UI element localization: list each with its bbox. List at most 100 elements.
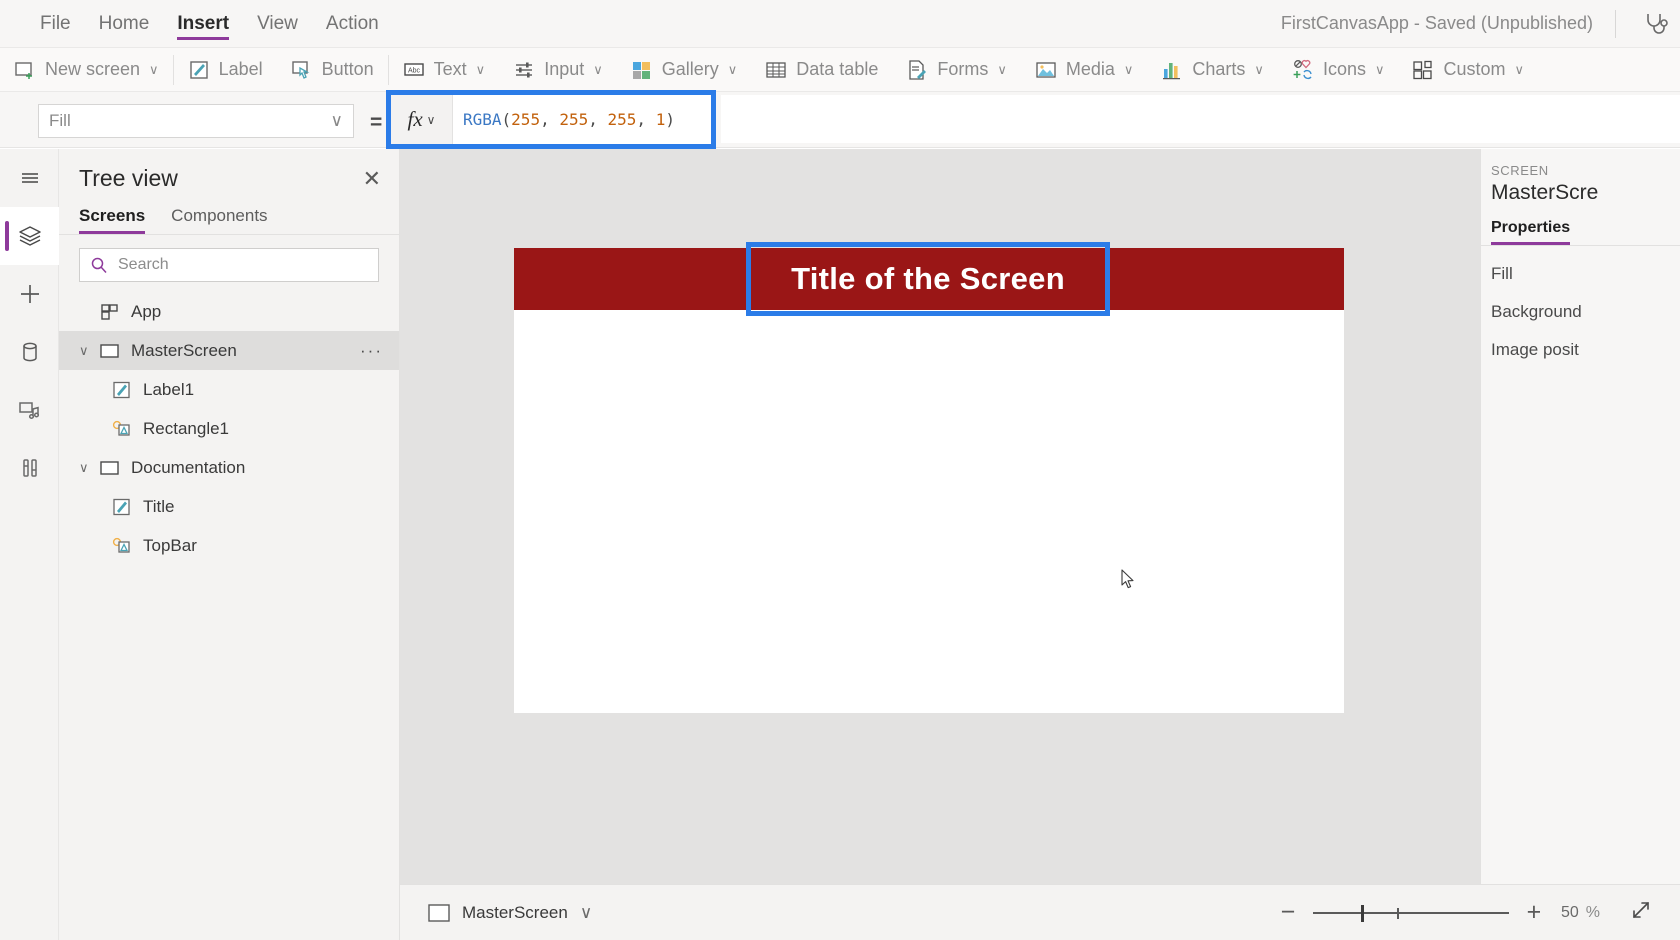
advanced-tools-icon[interactable] <box>0 439 59 497</box>
new-screen-icon <box>14 59 36 81</box>
formula-argument: 255 <box>511 110 541 129</box>
title-label-control[interactable]: Title of the Screen <box>748 244 1108 314</box>
tree-node-label1[interactable]: Label1 <box>59 370 399 409</box>
zoom-in-button[interactable]: + <box>1519 900 1549 925</box>
menu-item-view[interactable]: View <box>243 2 312 46</box>
formula-function-name: RGBA <box>463 110 502 129</box>
ribbon-button-input[interactable]: Input ∨ <box>499 48 617 92</box>
ribbon-button-label: Input <box>544 59 585 79</box>
tree-node-title[interactable]: Title <box>59 487 399 526</box>
tree-node-documentation[interactable]: ∨ Documentation <box>59 448 399 487</box>
shape-control-icon <box>111 535 133 557</box>
tree-node-topbar[interactable]: TopBar <box>59 526 399 565</box>
data-database-icon[interactable] <box>0 323 59 381</box>
label-control-icon <box>111 496 133 518</box>
ribbon-button-forms[interactable]: Forms ∨ <box>892 48 1021 92</box>
formula-separator: , <box>636 110 656 129</box>
tree-node-rectangle1[interactable]: Rectangle1 <box>59 409 399 448</box>
ribbon-button-custom[interactable]: Custom ∨ <box>1398 48 1538 92</box>
tree-node-masterscreen[interactable]: ∨ MasterScreen ··· <box>59 331 399 370</box>
chevron-down-icon: ∨ <box>579 902 593 922</box>
formula-arguments: 255, 255, 255, 1 <box>511 110 665 129</box>
custom-components-icon <box>1412 59 1434 81</box>
status-screen-selector[interactable]: MasterScreen ∨ <box>428 903 592 923</box>
label-control-icon <box>111 379 133 401</box>
gallery-icon <box>631 59 653 81</box>
ribbon-button-label: Custom <box>1443 59 1506 79</box>
stethoscope-icon[interactable] <box>1638 7 1672 41</box>
zoom-slider[interactable] <box>1312 902 1509 924</box>
zoom-slider-thumb[interactable] <box>1360 904 1364 922</box>
property-row-background[interactable]: Background <box>1481 284 1680 322</box>
fit-to-screen-icon[interactable] <box>1630 899 1652 926</box>
ribbon-button-label: Gallery <box>661 59 719 79</box>
ribbon-button-label[interactable]: Label <box>174 48 277 92</box>
properties-rows: Fill Background Image posit <box>1481 246 1680 360</box>
properties-control-name: MasterScre <box>1491 181 1599 204</box>
chevron-down-icon[interactable]: ∨ <box>79 460 99 476</box>
menu-item-action[interactable]: Action <box>312 2 393 46</box>
media-icon[interactable] <box>0 381 59 439</box>
property-row-fill[interactable]: Fill <box>1481 246 1680 284</box>
menu-item-file[interactable]: File <box>26 2 85 46</box>
menu-item-home[interactable]: Home <box>85 2 164 46</box>
title-bar-right: FirstCanvasApp - Saved (Unpublished) <box>1281 7 1680 41</box>
tree-node-app[interactable]: App <box>59 292 399 331</box>
formula-argument: 255 <box>607 110 637 129</box>
close-icon[interactable]: ✕ <box>363 167 381 190</box>
shape-control-icon <box>111 418 133 440</box>
formula-input-continuation[interactable] <box>721 95 1680 143</box>
ribbon-button-label: Media <box>1065 59 1115 79</box>
tree-view-layers-icon[interactable] <box>0 207 59 265</box>
tree-node-label: TopBar <box>143 535 197 555</box>
search-placeholder: Search <box>118 256 169 273</box>
insert-plus-icon[interactable] <box>0 265 59 323</box>
property-selector-value: Fill <box>49 111 71 130</box>
tree-node-overflow-menu[interactable]: ··· <box>360 341 383 361</box>
ribbon-button-icons[interactable]: Icons ∨ <box>1278 48 1399 92</box>
formula-argument: 1 <box>655 110 666 129</box>
ribbon-button-new-screen[interactable]: New screen ∨ <box>0 48 173 92</box>
ribbon-button-media[interactable]: Media ∨ <box>1021 48 1148 92</box>
button-icon <box>291 59 313 81</box>
ribbon-button-gallery[interactable]: Gallery ∨ <box>617 48 752 92</box>
hamburger-menu-icon[interactable] <box>0 149 59 207</box>
tree-view-tab-components[interactable]: Components <box>171 206 275 234</box>
property-selector[interactable]: Fill ∨ <box>38 104 354 138</box>
menu-item-insert[interactable]: Insert <box>163 2 243 46</box>
title-bar: File Home Insert View Action FirstCanvasApp … <box>0 0 1680 48</box>
tree-view-divider <box>59 234 399 235</box>
property-row-image-posit[interactable]: Image posit <box>1481 322 1680 360</box>
chevron-down-icon[interactable]: ∨ <box>79 343 99 359</box>
zoom-out-button[interactable]: − <box>1273 900 1303 925</box>
properties-panel: SCREEN MasterScre Properties Fill Backgro… <box>1480 149 1680 940</box>
tree-node-label: Label1 <box>143 379 195 399</box>
zoom-slider-track <box>1312 911 1509 914</box>
tab-properties[interactable]: Properties <box>1491 219 1571 245</box>
screen-icon <box>428 903 450 922</box>
chevron-down-icon: ∨ <box>149 61 159 77</box>
chevron-down-icon: ∨ <box>997 61 1007 77</box>
left-icon-rail <box>0 149 59 940</box>
chevron-down-icon: ∨ <box>593 61 603 77</box>
ribbon-button-button[interactable]: Button <box>277 48 388 92</box>
ribbon-button-label: Data table <box>796 59 879 79</box>
formula-close-paren: ) <box>665 110 675 129</box>
search-icon <box>91 257 107 274</box>
zoom-percent-symbol: % <box>1585 903 1600 921</box>
formula-input[interactable]: RGBA(255, 255, 255, 1) <box>453 95 711 144</box>
equals-sign: = <box>370 111 383 134</box>
tree-node-label: Rectangle1 <box>143 418 230 438</box>
tree-view-tab-screens[interactable]: Screens <box>79 206 153 234</box>
formula-separator: , <box>588 110 608 129</box>
tree-view-title: Tree view <box>79 165 178 191</box>
search-input[interactable]: Search <box>79 248 379 282</box>
ribbon-button-text[interactable]: Abc Text ∨ <box>389 48 500 92</box>
fx-label: fx <box>407 107 423 131</box>
fx-function-button[interactable]: fx ∨ <box>391 95 453 144</box>
tree-view-panel: Tree view ✕ Screens Components Search App… <box>59 149 400 940</box>
ribbon-button-charts[interactable]: Charts ∨ <box>1147 48 1278 92</box>
ribbon-button-data-table[interactable]: Data table <box>751 48 892 92</box>
status-screen-name: MasterScreen <box>462 902 568 922</box>
app-screen-preview[interactable]: Title of the Screen <box>514 242 1344 713</box>
